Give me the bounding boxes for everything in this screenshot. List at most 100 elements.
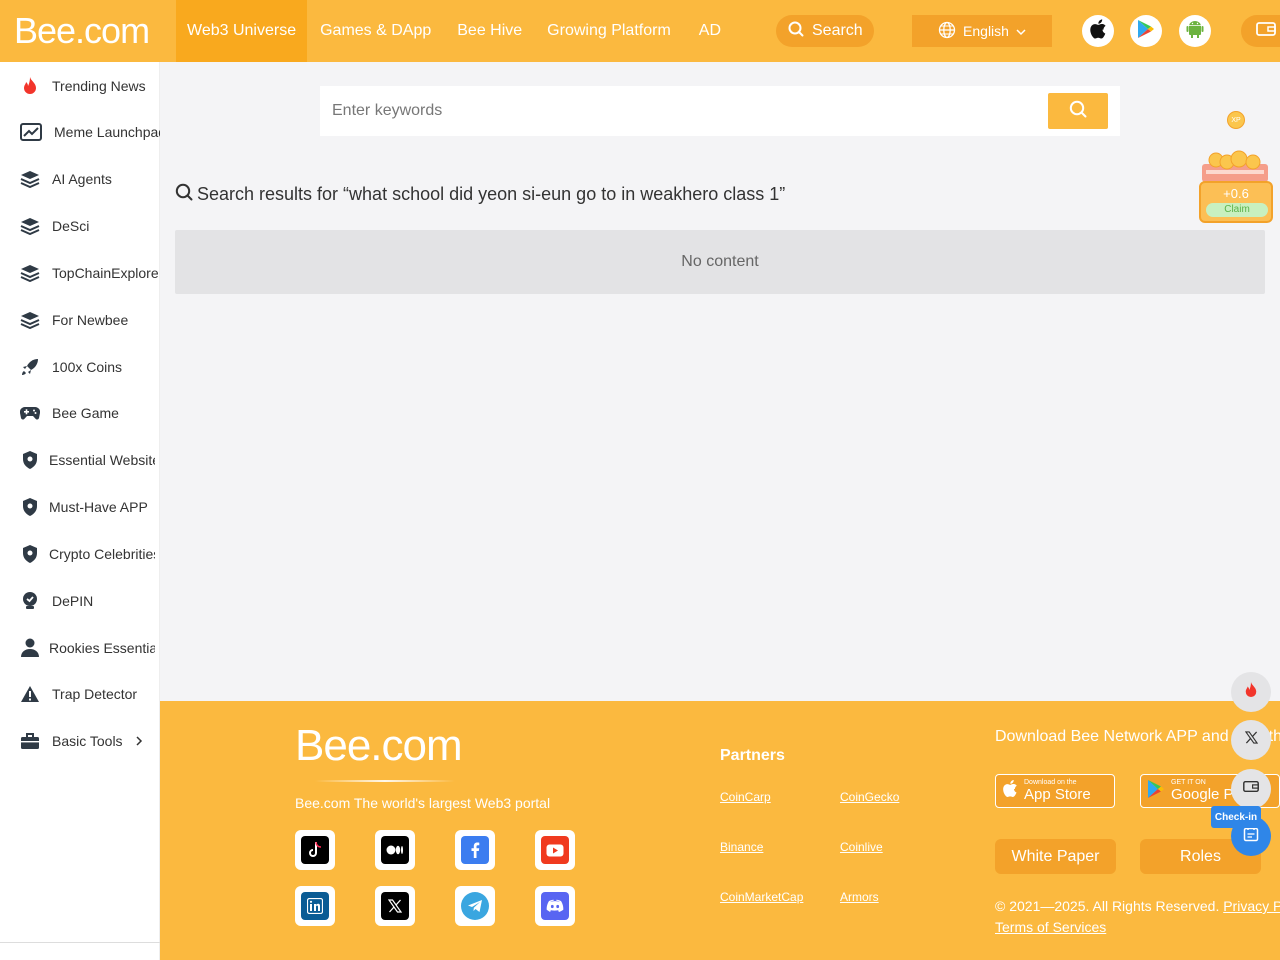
partner-coinlive[interactable]: Coinlive [840,840,883,854]
discord-icon [541,892,569,920]
rocket-icon [20,357,40,377]
layers-icon [20,263,40,283]
fire-icon [1244,681,1258,704]
claim-button[interactable]: Claim [1206,203,1268,217]
nav-games-dapp[interactable]: Games & DApp [309,0,442,62]
sidebar-item-desci[interactable]: DeSci [0,206,160,246]
shield-icon [20,497,40,517]
sidebar-item-bee-game[interactable]: Bee Game [0,393,160,433]
sidebar-item-basic-tools[interactable]: Basic Tools [0,721,160,761]
sidebar-item-rookies-essentials[interactable]: Rookies Essentials [0,628,160,668]
android-icon [1186,19,1204,44]
sidebar-item-must-have-app[interactable]: Must-Have APP [0,487,160,527]
partner-binance[interactable]: Binance [720,840,763,854]
search-submit-button[interactable] [1048,93,1108,129]
partner-coingecko[interactable]: CoinGecko [840,790,899,804]
xp-value: +0.6 [1223,186,1249,201]
main-nav: Web3 Universe Games & DApp Bee Hive Grow… [176,0,732,62]
play-store-icon [1147,779,1165,804]
checkin-label[interactable]: Check-in [1211,806,1261,828]
warning-icon [20,684,40,704]
social-tiktok[interactable] [295,830,335,870]
social-linkedin[interactable] [295,886,335,926]
white-paper-button[interactable]: White Paper [995,839,1116,874]
chevron-right-icon [135,733,143,749]
social-facebook[interactable] [455,830,495,870]
sidebar-item-depin[interactable]: DePIN [0,581,160,621]
sidebar-item-100x-coins[interactable]: 100x Coins [0,347,160,387]
float-x-button[interactable] [1231,720,1271,760]
apple-app-button[interactable] [1082,15,1114,47]
partner-armors[interactable]: Armors [840,890,879,904]
copyright: © 2021—2025. All Rights Reserved. Privac… [995,896,1280,938]
social-telegram[interactable] [455,886,495,926]
layers-icon [20,216,40,236]
float-wallet-button[interactable] [1231,769,1271,809]
keyword-search-input[interactable] [320,86,1040,136]
wallet-icon [1256,21,1276,42]
partner-coinmarketcap[interactable]: CoinMarketCap [720,890,803,904]
sidebar-item-ai-agents[interactable]: AI Agents [0,159,160,199]
search-label: Search [812,22,863,39]
nav-ad[interactable]: AD [688,0,732,62]
chart-icon [20,122,42,142]
nav-bee-hive[interactable]: Bee Hive [446,0,533,62]
social-x[interactable] [375,886,415,926]
google-play-button[interactable] [1130,15,1162,47]
social-youtube[interactable] [535,830,575,870]
wallet-button[interactable] [1241,15,1280,47]
sidebar-item-essential-websites[interactable]: Essential Websites [0,440,160,480]
layers-icon [20,169,40,189]
xp-coin-icon: XP [1227,111,1245,129]
xp-claim-widget[interactable]: +0.6 Claim [1199,150,1273,223]
app-store-badge[interactable]: Download on the App Store [995,774,1115,808]
app-store-big-text: App Store [1024,786,1091,803]
search-icon [175,183,193,206]
site-logo[interactable]: Bee.com [14,10,150,52]
youtube-icon [541,836,569,864]
social-discord[interactable] [535,886,575,926]
globe-icon [938,21,956,42]
play-store-icon [1137,19,1155,44]
sidebar-item-for-newbee[interactable]: For Newbee [0,300,160,340]
sidebar-item-topchainexplorer[interactable]: TopChainExplorer [0,253,160,293]
footer: Bee.com Bee.com The world's largest Web3… [160,701,1280,960]
gamepad-icon [20,403,40,423]
empty-results: No content [175,230,1265,294]
linkedin-icon [301,892,329,920]
footer-logo[interactable]: Bee.com [295,721,463,771]
android-app-button[interactable] [1179,15,1211,47]
terms-link[interactable]: Terms of Services [995,919,1106,935]
privacy-policy-link[interactable]: Privacy Policy [1223,898,1280,914]
telegram-icon [461,892,489,920]
xp-card: +0.6 Claim [1199,181,1273,223]
chevron-down-icon [1016,23,1026,39]
layers-icon [20,310,40,330]
footer-tagline: Bee.com The world's largest Web3 portal [295,795,551,811]
sidebar: Trending News Meme Launchpad AI Agents D… [0,62,160,960]
sidebar-item-meme-launchpad[interactable]: Meme Launchpad [0,112,160,152]
medium-icon [381,836,409,864]
search-icon [788,21,804,42]
shield-icon [20,450,40,470]
partner-coincarp[interactable]: CoinCarp [720,790,771,804]
sidebar-item-trap-detector[interactable]: Trap Detector [0,674,160,714]
float-trending-button[interactable] [1231,672,1271,712]
social-medium[interactable] [375,830,415,870]
treasure-chest-icon [1202,150,1268,182]
top-header: Bee.com Web3 Universe Games & DApp Bee H… [0,0,1280,62]
apple-icon [1089,18,1107,44]
partners-title: Partners [720,747,785,764]
nav-web3-universe[interactable]: Web3 Universe [176,0,308,62]
search-bar [320,86,1120,136]
tiktok-icon [301,836,329,864]
sidebar-item-trending-news[interactable]: Trending News [0,66,160,106]
nav-growing-platform[interactable]: Growing Platform [536,0,682,62]
language-selector[interactable]: English [912,15,1052,47]
header-search-button[interactable]: Search [776,15,874,47]
search-results-heading: Search results for “what school did yeon… [175,183,785,206]
apple-icon [1002,779,1018,803]
language-label: English [963,23,1009,39]
shield-icon [20,544,40,564]
sidebar-item-crypto-celebrities[interactable]: Crypto Celebrities [0,534,160,574]
